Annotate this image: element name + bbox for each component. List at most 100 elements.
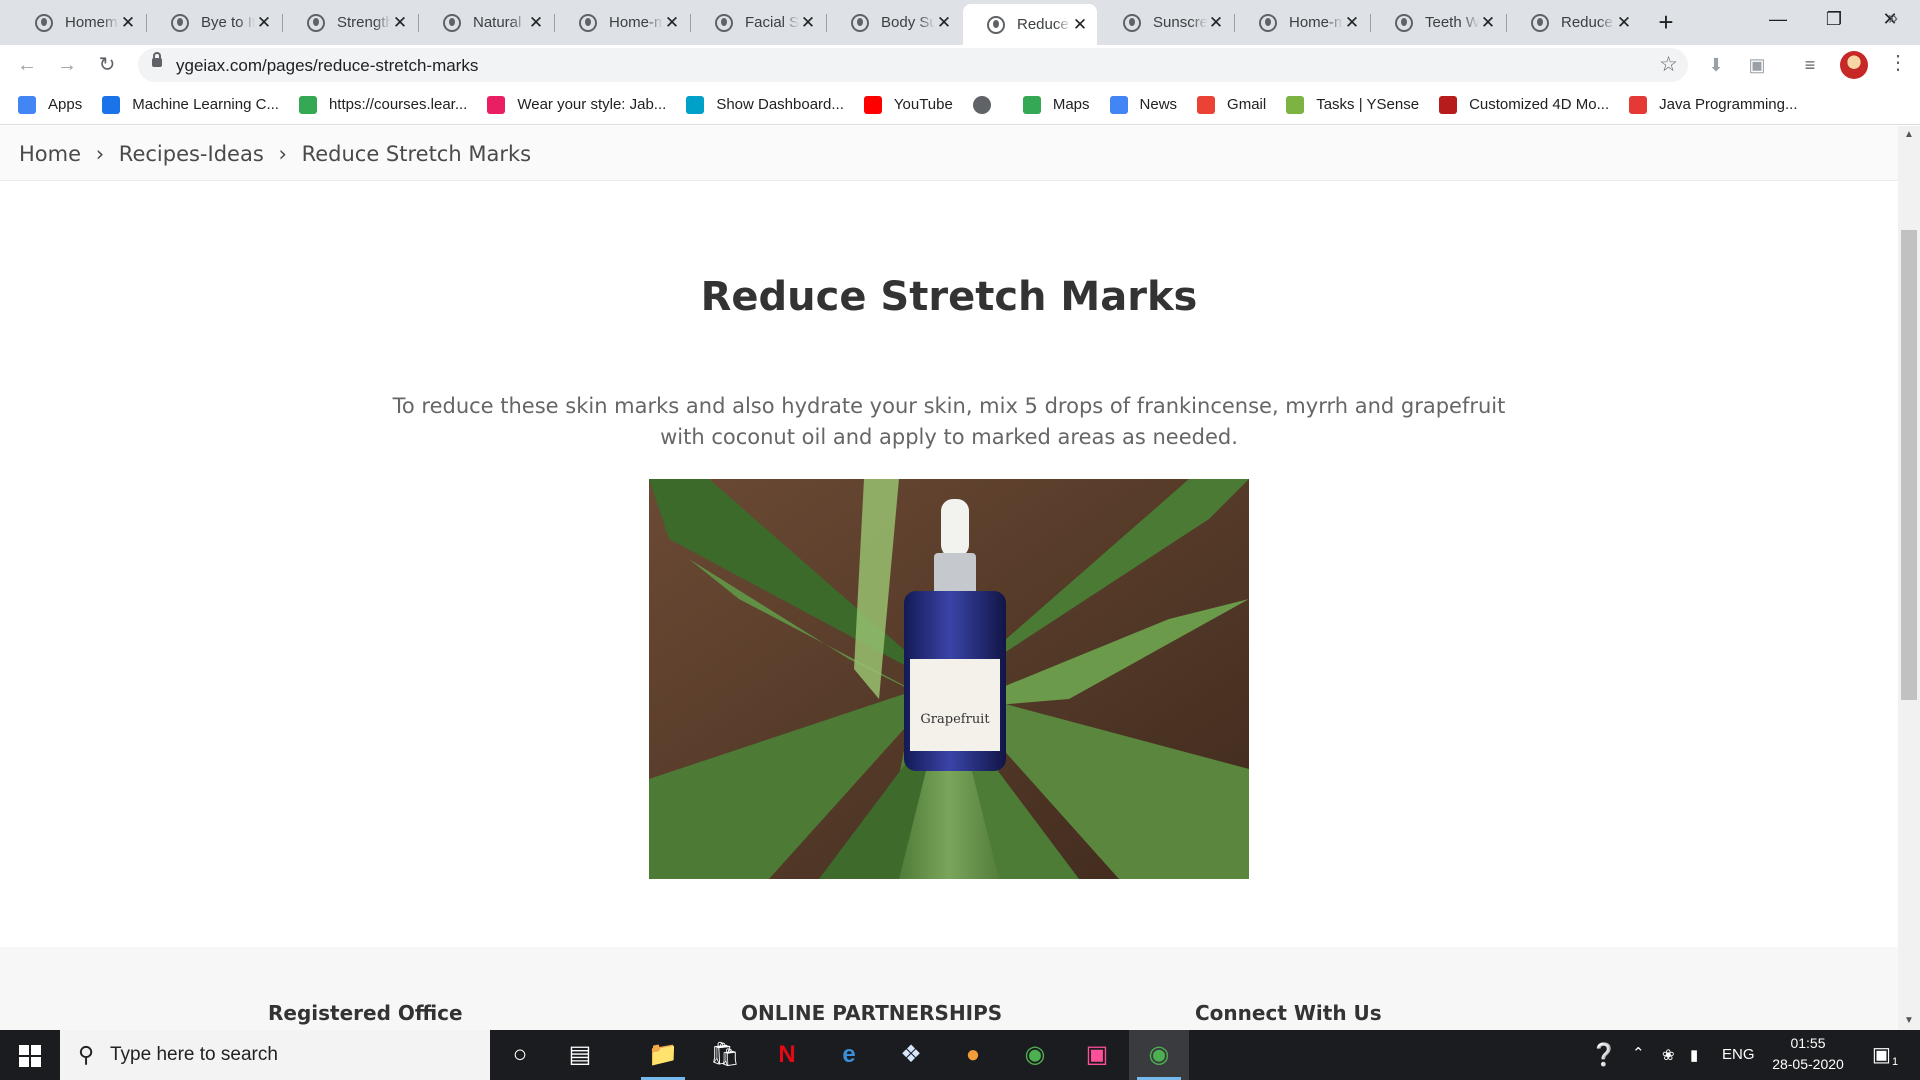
courses-icon <box>298 95 317 114</box>
maximize-button[interactable]: ❐ <box>1806 0 1862 40</box>
browser-tab[interactable]: Teeth Whitening✕ <box>1370 6 1505 39</box>
bookmark-item[interactable]: Java Programming... <box>1629 95 1798 114</box>
breadcrumb-home-link[interactable]: Home <box>19 142 81 166</box>
scroll-up-arrow[interactable]: ▲ <box>1898 126 1920 144</box>
browser-tab[interactable]: Home-made✕ <box>1234 6 1369 39</box>
cortana-icon[interactable]: ○ <box>490 1030 550 1080</box>
url-text[interactable]: ygeiax.com/pages/reduce-stretch-marks <box>176 56 478 76</box>
download-extension-icon[interactable]: ⬇ <box>1706 55 1726 75</box>
dropbox-icon[interactable]: ❖ <box>881 1030 941 1080</box>
globe-icon <box>1531 13 1549 32</box>
browser-tab[interactable]: Strengthen✕ <box>282 6 417 39</box>
breadcrumb-separator: › <box>95 142 105 166</box>
edge-icon[interactable]: e <box>819 1030 879 1080</box>
bookmark-item[interactable]: Apps <box>18 95 82 114</box>
bookmark-item[interactable]: Gmail <box>1197 95 1266 114</box>
notifications-icon[interactable]: ▣ <box>1872 1042 1891 1067</box>
more-bookmarks-icon[interactable]: » <box>1888 8 1898 29</box>
forward-button[interactable]: → <box>53 51 81 79</box>
bookmark-star-icon[interactable]: ☆ <box>1659 52 1678 77</box>
media-control-icon[interactable]: ≡ <box>1800 55 1820 75</box>
bookmark-item[interactable]: YouTube <box>863 95 953 114</box>
globe-icon <box>307 13 325 32</box>
bookmark-label: Tasks | YSense <box>1316 96 1420 113</box>
bookmark-item[interactable]: Tasks | YSense <box>1286 95 1420 114</box>
close-tab-icon[interactable]: ✕ <box>1479 13 1497 33</box>
browser-tab[interactable]: Sunscreen✕ <box>1099 6 1233 39</box>
browser-tab[interactable]: Body Sugar✕ <box>826 6 961 39</box>
browser-tab[interactable]: Facial Scrub✕ <box>690 6 825 39</box>
close-tab-icon[interactable]: ✕ <box>527 13 545 33</box>
task-view-icon[interactable]: ▤ <box>550 1030 610 1080</box>
close-tab-icon[interactable]: ✕ <box>391 13 409 33</box>
globe-icon <box>171 13 189 32</box>
close-tab-icon[interactable]: ✕ <box>663 13 681 33</box>
tab-title: Home-made <box>1289 14 1343 31</box>
language-indicator[interactable]: ENG <box>1722 1046 1755 1063</box>
myntra-icon <box>487 95 506 114</box>
microsoft-store-icon[interactable]: 🛍 <box>695 1030 755 1080</box>
bookmark-item[interactable] <box>972 95 1003 114</box>
close-tab-icon[interactable]: ✕ <box>799 13 817 33</box>
address-bar[interactable]: ygeiax.com/pages/reduce-stretch-marks ☆ <box>138 48 1688 82</box>
tab-title: Sunscreen <box>1153 14 1207 31</box>
browser-tab[interactable]: Reduce Stretch✕ <box>1506 6 1641 39</box>
browser-menu-icon[interactable]: ⋮ <box>1888 50 1908 75</box>
bookmark-item[interactable]: Maps <box>1022 95 1090 114</box>
ysense-icon <box>1286 95 1305 114</box>
bookmark-item[interactable]: Show Dashboard... <box>686 95 844 114</box>
globe-icon <box>1395 13 1413 32</box>
breadcrumb-recipes-link[interactable]: Recipes-Ideas <box>119 142 264 166</box>
breadcrumb-current: Reduce Stretch Marks <box>301 142 532 166</box>
extension-icon[interactable]: ▣ <box>1747 55 1767 75</box>
footer-connect-with-us: Connect With Us <box>1195 1001 1382 1025</box>
wifi-icon[interactable]: ❀ <box>1662 1046 1675 1064</box>
taskbar-clock[interactable]: 01:55 28-05-2020 <box>1768 1033 1848 1075</box>
minimize-button[interactable]: — <box>1750 0 1806 40</box>
taskbar-search-box[interactable]: ⚲ Type here to search <box>60 1030 490 1080</box>
tab-title: Body Sugar <box>881 14 935 31</box>
bookmark-label: https://courses.lear... <box>328 96 468 113</box>
bookmark-item[interactable]: Wear your style: Jab... <box>487 95 666 114</box>
close-tab-icon[interactable]: ✕ <box>1615 13 1633 33</box>
tab-title: Reduce Stretch <box>1017 16 1071 33</box>
bookmark-item[interactable]: https://courses.lear... <box>298 95 468 114</box>
tab-strip: Homemade✕Bye to Itchy✕Strengthen✕Natural… <box>0 0 1920 45</box>
close-tab-icon[interactable]: ✕ <box>1207 13 1225 33</box>
chrome-active-icon[interactable]: ◉ <box>1129 1030 1189 1080</box>
close-tab-icon[interactable]: ✕ <box>935 13 953 33</box>
scroll-thumb[interactable] <box>1901 230 1917 700</box>
battery-icon[interactable]: ▮ <box>1690 1046 1698 1064</box>
chrome-icon[interactable]: ◉ <box>1005 1030 1065 1080</box>
browser-tab[interactable]: Reduce Stretch✕ <box>963 4 1097 45</box>
browser-tab[interactable]: Natural Face✕ <box>418 6 553 39</box>
profile-avatar[interactable] <box>1840 51 1868 79</box>
globe-icon <box>35 13 53 32</box>
4d-icon <box>1439 95 1458 114</box>
reload-button[interactable]: ↻ <box>93 51 121 79</box>
bookmark-item[interactable]: Machine Learning C... <box>102 95 279 114</box>
globe-icon <box>579 13 597 32</box>
start-button[interactable] <box>0 1030 60 1080</box>
bookmark-item[interactable]: Customized 4D Mo... <box>1439 95 1609 114</box>
scroll-down-arrow[interactable]: ▼ <box>1898 1012 1920 1030</box>
netflix-icon[interactable]: N <box>757 1030 817 1080</box>
footer-online-partnerships: ONLINE PARTNERSHIPS <box>741 1001 1003 1025</box>
close-tab-icon[interactable]: ✕ <box>1343 13 1361 33</box>
bookmark-item[interactable]: News <box>1109 95 1177 114</box>
page-scrollbar[interactable]: ▲ ▼ <box>1898 126 1920 1030</box>
browser-tab[interactable]: Homemade✕ <box>11 6 145 39</box>
close-tab-icon[interactable]: ✕ <box>1071 15 1089 35</box>
close-tab-icon[interactable]: ✕ <box>119 13 137 33</box>
close-tab-icon[interactable]: ✕ <box>255 13 273 33</box>
browser-tab[interactable]: Bye to Itchy✕ <box>146 6 281 39</box>
show-hidden-icons-icon[interactable]: ⌃ <box>1632 1044 1645 1062</box>
new-tab-button[interactable]: + <box>1652 9 1680 37</box>
help-icon[interactable]: ❔ <box>1590 1042 1617 1068</box>
app-icon[interactable]: ● <box>943 1030 1003 1080</box>
intellij-icon[interactable]: ▣ <box>1067 1030 1127 1080</box>
back-button[interactable]: ← <box>13 51 41 79</box>
browser-tab[interactable]: Home-made✕ <box>554 6 689 39</box>
windows-taskbar: ⚲ Type here to search ○ ▤ 📁 🛍 N e ❖ ● ◉ … <box>0 1030 1920 1080</box>
file-explorer-icon[interactable]: 📁 <box>633 1030 693 1080</box>
